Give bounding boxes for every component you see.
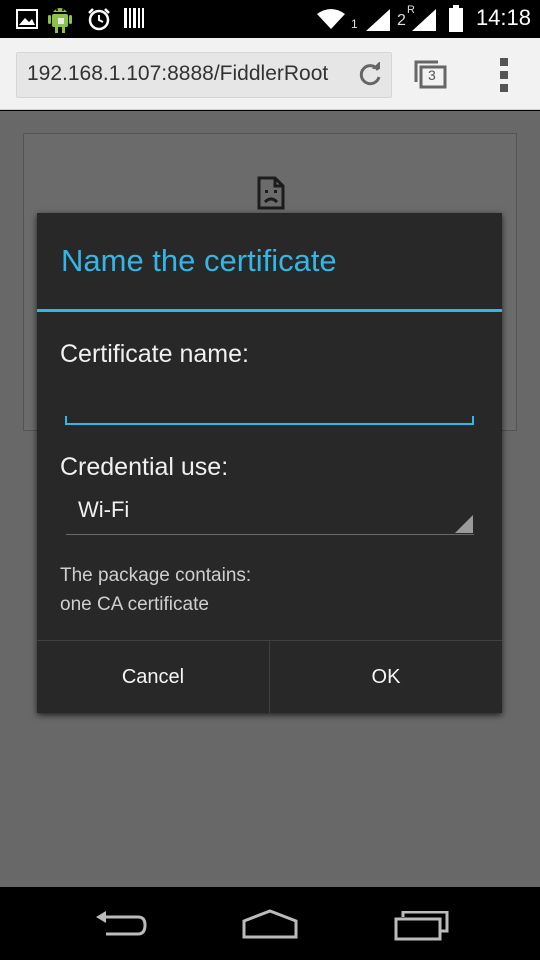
menu-dot-icon [500,84,508,92]
reload-icon[interactable] [357,61,383,92]
recent-apps-icon[interactable] [393,910,449,945]
certificate-name-label: Certificate name: [60,340,249,368]
menu-dot-icon [500,71,508,79]
back-icon[interactable] [92,911,148,945]
package-info-line2: one CA certificate [60,594,209,615]
status-bar: 1 2 R 14:18 [0,0,540,38]
package-info-line1: The package contains: [60,565,252,586]
sim1-label: 1 [351,17,358,31]
name-certificate-dialog: Name the certificate Certificate name: C… [37,213,502,713]
signal-icon [365,8,391,36]
status-time: 14:18 [475,5,531,30]
credential-use-value: Wi-Fi [78,497,130,522]
gallery-icon [16,9,38,33]
url-text[interactable]: 192.168.1.107:8888/FiddlerRoot [27,62,349,86]
home-icon[interactable] [241,909,299,943]
barcode-icon [123,7,145,33]
dialog-title: Name the certificate [61,243,337,278]
navigation-bar [0,887,540,960]
input-edge-right [472,416,474,425]
credential-use-label: Credential use: [60,453,229,481]
ok-button[interactable]: OK [270,641,502,713]
tabs-button[interactable]: 3 [412,58,452,94]
input-edge-left [65,416,67,425]
certificate-name-input[interactable] [65,383,474,425]
spinner-arrow-icon [455,515,473,533]
package-info: The package contains: one CA certificate [60,561,251,619]
signal-icon [411,8,437,36]
title-divider [37,309,502,312]
tabs-count: 3 [428,67,436,83]
menu-dot-icon [500,58,508,66]
battery-icon [448,5,464,37]
sim2-label: 2 [397,12,406,29]
android-debug-icon [47,4,73,38]
overflow-menu-button[interactable] [494,58,514,94]
browser-toolbar: 192.168.1.107:8888/FiddlerRoot 3 [0,38,540,110]
wifi-icon [316,8,346,34]
credential-use-spinner[interactable]: Wi-Fi [66,489,474,535]
url-bar[interactable]: 192.168.1.107:8888/FiddlerRoot [16,52,392,98]
alarm-icon [87,7,111,35]
cancel-button[interactable]: Cancel [37,641,269,713]
